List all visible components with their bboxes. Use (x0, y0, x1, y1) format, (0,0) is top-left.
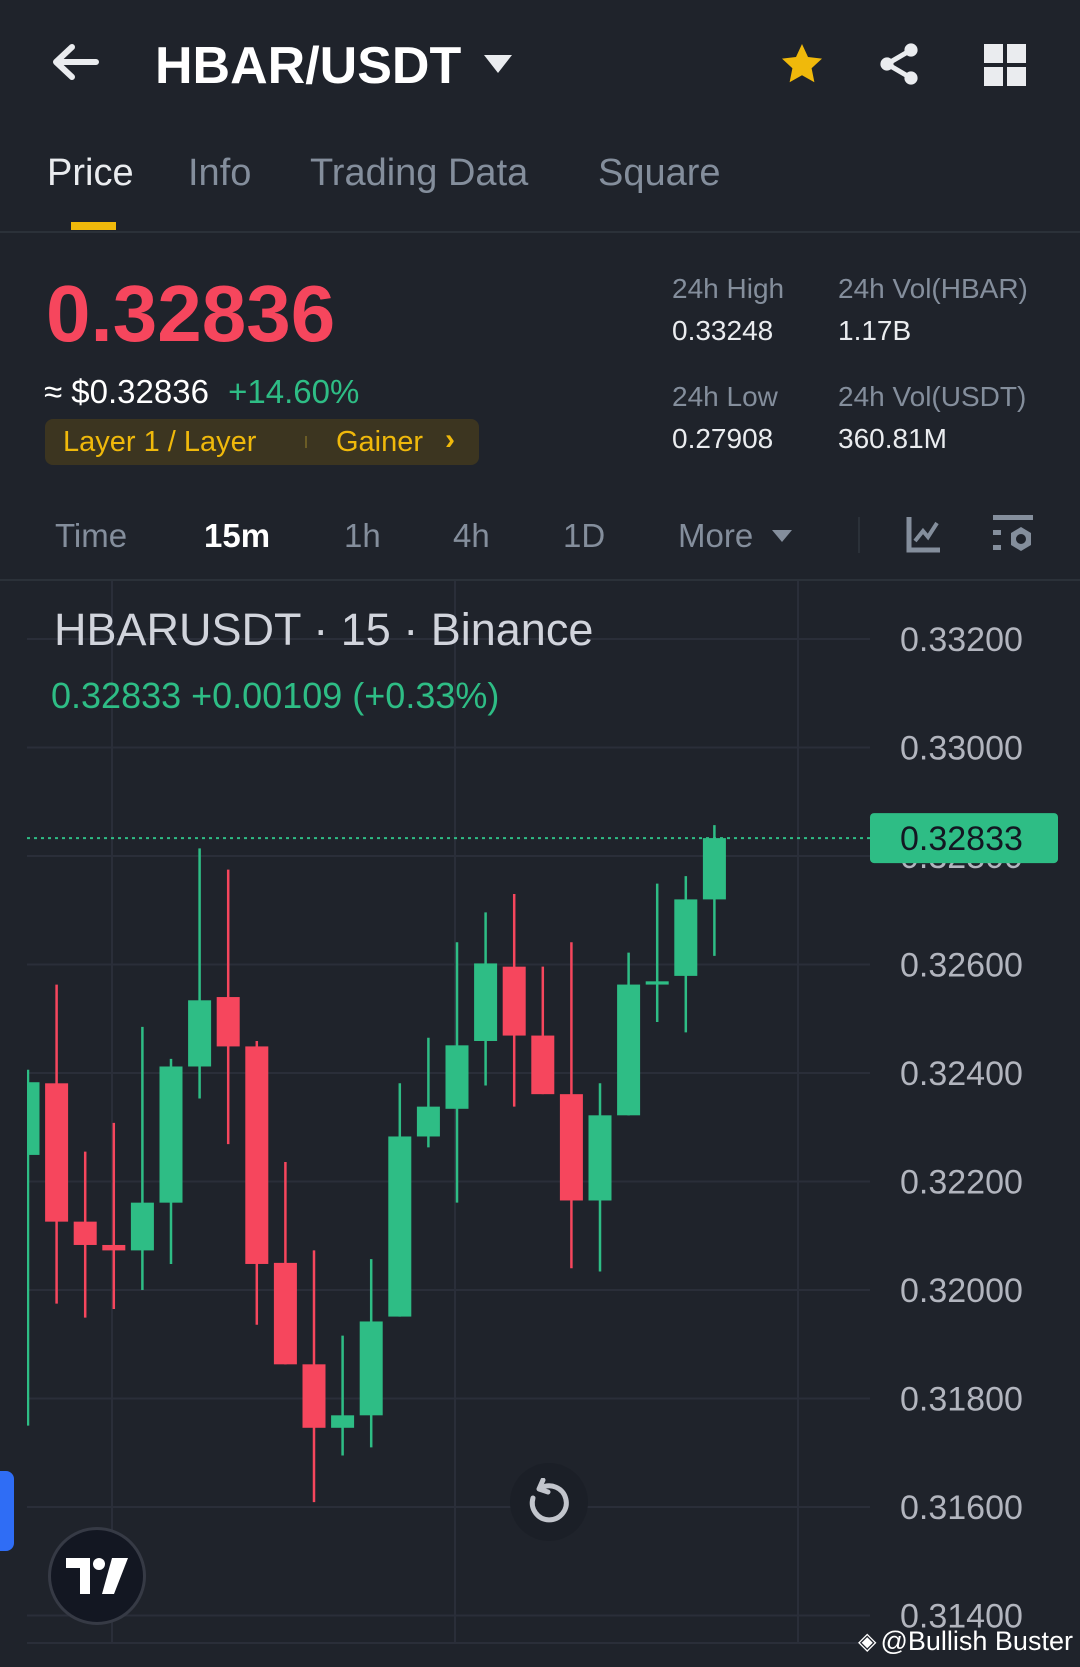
candle-up (359, 1321, 383, 1416)
vol-quote-value: 360.81M (838, 423, 947, 454)
interval-more[interactable]: More (678, 517, 753, 555)
candle-down (45, 1083, 69, 1222)
last-price-label: 0.32833 (900, 820, 1023, 858)
tab-trading-data[interactable]: Trading Data (310, 152, 528, 195)
chart-quote: 0.32833 +0.00109 (+0.33%) (51, 675, 500, 716)
tab-info[interactable]: Info (188, 152, 251, 195)
interval-time[interactable]: Time (55, 517, 127, 555)
low-value: 0.27908 (672, 423, 774, 454)
vol-base-label: 24h Vol(HBAR) (838, 273, 1028, 304)
interval-4h[interactable]: 4h (453, 517, 490, 555)
candle-up (674, 899, 698, 976)
candle-down (216, 997, 240, 1047)
candle-up (474, 963, 498, 1041)
low-label: 24h Low (672, 381, 778, 412)
candle-down (559, 1094, 583, 1201)
tradingview-logo-button[interactable] (48, 1527, 146, 1625)
candle-down (531, 1035, 555, 1095)
y-tick-label: 0.31800 (900, 1381, 1023, 1419)
candle-up (331, 1415, 355, 1428)
interval-1h[interactable]: 1h (344, 517, 381, 555)
tabs-divider (0, 231, 1080, 233)
interval-15m[interactable]: 15m (204, 517, 270, 555)
watermark: ◈ @Bullish Buster (858, 1626, 1073, 1657)
indicator-chart-icon[interactable] (906, 515, 942, 558)
rotate-ccw-icon (529, 1478, 569, 1523)
favorite-star-icon[interactable] (778, 40, 826, 93)
side-panel-handle[interactable] (0, 1471, 14, 1551)
candle-up (645, 981, 669, 985)
usd-price: ≈ $0.32836 (44, 373, 209, 410)
arrow-left-icon (53, 44, 99, 80)
candle-down (273, 1262, 297, 1365)
candles (27, 825, 726, 1503)
interval-1d[interactable]: 1D (563, 517, 605, 555)
grid-menu-icon[interactable] (984, 44, 1026, 91)
toolbar-separator (858, 517, 860, 553)
candle-up (130, 1202, 154, 1251)
candle-down (102, 1244, 126, 1251)
candle-up (27, 1082, 40, 1155)
last-price: 0.32836 (46, 269, 336, 358)
vol-base-value: 1.17B (838, 315, 912, 346)
tag-gainer[interactable]: Gainer (336, 426, 423, 459)
candle-up (159, 1066, 183, 1203)
watermark-text: @Bullish Buster (880, 1626, 1073, 1656)
candle-up (188, 1000, 212, 1067)
y-tick-label: 0.32600 (900, 947, 1023, 985)
pair-title[interactable]: HBAR/USDT (155, 36, 461, 96)
candle-down (502, 966, 526, 1036)
candle-down (245, 1046, 269, 1264)
chevron-right-icon: › (445, 423, 455, 456)
tag-separator (305, 436, 307, 448)
y-tick-label: 0.33200 (900, 621, 1023, 659)
share-icon[interactable] (875, 40, 923, 93)
back-button[interactable] (50, 42, 100, 82)
vol-quote-label: 24h Vol(USDT) (838, 381, 1027, 412)
tab-price[interactable]: Price (47, 152, 134, 195)
category-tag[interactable]: Layer 1 / Layer Gainer › (45, 419, 479, 465)
y-tick-label: 0.32200 (900, 1164, 1023, 1202)
candle-up (388, 1136, 412, 1317)
high-label: 24h High (672, 273, 785, 304)
reset-chart-button[interactable] (510, 1463, 588, 1541)
tab-square[interactable]: Square (598, 152, 721, 195)
tradingview-logo-icon (66, 1558, 128, 1594)
tag-layer[interactable]: Layer 1 / Layer (63, 426, 256, 459)
usd-price-row: ≈ $0.32836 +14.60% (44, 373, 359, 411)
y-tick-label: 0.31600 (900, 1489, 1023, 1527)
high-value: 0.33248 (672, 315, 774, 346)
more-caret-icon (772, 530, 792, 542)
chart-title: HBARUSDT · 15 · Binance (54, 604, 594, 655)
candle-up (588, 1115, 612, 1201)
candle-up (416, 1106, 440, 1137)
candle-down (302, 1364, 326, 1428)
change-percent: +14.60% (228, 373, 360, 410)
pair-dropdown-caret-icon[interactable] (484, 55, 512, 73)
candle-down (73, 1221, 97, 1245)
candle-up (617, 984, 641, 1116)
y-tick-label: 0.33000 (900, 730, 1023, 768)
candle-up (702, 838, 726, 900)
candle-up (445, 1045, 469, 1109)
active-tab-indicator (71, 222, 116, 230)
chart-settings-icon[interactable] (991, 513, 1035, 562)
binance-diamond-icon: ◈ (858, 1628, 877, 1655)
y-tick-label: 0.32000 (900, 1272, 1023, 1310)
y-tick-label: 0.32400 (900, 1055, 1023, 1093)
